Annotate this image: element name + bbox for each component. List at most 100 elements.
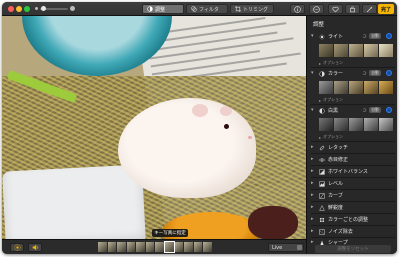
section-bw[interactable]: ▾ 白黒 自動 (311, 106, 395, 115)
filmstrip-frame[interactable] (107, 242, 117, 252)
hamster (118, 98, 256, 198)
tool-noise-reduction[interactable]: ▸ ノイズ除去 (311, 227, 395, 236)
info-button[interactable] (290, 4, 305, 14)
chevron-down-icon[interactable]: ▾ (311, 34, 316, 39)
panel-title: 調整 (313, 22, 325, 28)
zoom-slider-knob[interactable] (41, 6, 46, 11)
adjust-panel: 調整 ▾ ライト 自動 ▸ オプション ▾ カラー 自動 ▸ オプション ▾ 白… (306, 16, 397, 254)
color-auto-button[interactable]: 自動 (369, 70, 381, 76)
chevron-down-icon[interactable]: ▾ (311, 71, 316, 76)
done-button[interactable]: 完了 (378, 4, 394, 14)
sun-icon (319, 33, 325, 40)
noise-icon (319, 228, 325, 235)
crop-icon (235, 6, 241, 12)
info-icon (294, 5, 301, 13)
filmstrip-frame[interactable] (193, 242, 203, 252)
bw-auto-button[interactable]: 自動 (369, 107, 381, 113)
tool-red-eye[interactable]: ▸ 赤目修正 (311, 155, 395, 164)
triangle-icon (319, 204, 325, 211)
filter-icon (191, 6, 197, 12)
filmstrip-frame[interactable] (126, 242, 136, 252)
undo-icon[interactable] (362, 33, 367, 39)
eye-icon (319, 157, 325, 162)
section-light[interactable]: ▾ ライト 自動 (311, 32, 395, 41)
filmstrip-frame[interactable] (184, 242, 193, 252)
favorite-button[interactable] (328, 4, 343, 14)
bottom-bar: Live (2, 239, 306, 254)
undo-icon[interactable] (362, 70, 367, 76)
tool-selective-color[interactable]: ▸ カラーごとの調整 (311, 215, 395, 224)
levels-icon (319, 180, 325, 187)
bw-thumbnails[interactable] (319, 118, 393, 131)
bw-options[interactable]: ▸ オプション (319, 134, 343, 140)
photo-canvas[interactable]: キー写真に指定 (2, 16, 306, 239)
curves-icon (319, 192, 325, 199)
section-color[interactable]: ▾ カラー 自動 (311, 69, 395, 78)
reset-adjustments-button[interactable]: 調整をリセット (315, 245, 391, 253)
filmstrip-frame[interactable] (136, 242, 145, 252)
filmstrip-frame[interactable] (145, 242, 155, 252)
color-toggle[interactable] (386, 70, 392, 76)
tool-retouch[interactable]: ▸ レタッチ (311, 143, 395, 152)
more-icon (313, 5, 320, 13)
auto-enhance-button[interactable] (362, 4, 377, 14)
light-toggle[interactable] (386, 33, 392, 39)
tab-filter-label: フィルタ (199, 6, 219, 13)
bandage-icon (319, 145, 325, 150)
filmstrip-frame[interactable] (155, 242, 165, 252)
tab-adjust-label: 調整 (155, 6, 166, 13)
undo-icon[interactable] (362, 107, 367, 113)
tool-definition[interactable]: ▸ 鮮鋭度 (311, 203, 395, 212)
tab-adjust[interactable]: 調整 (142, 4, 184, 14)
white-hideout (2, 164, 146, 239)
color-circle-icon (319, 70, 325, 77)
live-photo-button[interactable] (10, 243, 24, 252)
rotate-icon (350, 6, 355, 12)
hamster-eye (224, 124, 229, 129)
color-options[interactable]: ▸ オプション (319, 97, 343, 103)
hamster-ear (192, 104, 208, 117)
filmstrip-frame[interactable] (98, 242, 107, 252)
tab-filter[interactable]: フィルタ (186, 4, 228, 14)
magic-wand-icon (366, 6, 373, 12)
color-thumbnails[interactable] (319, 81, 393, 94)
dark-food (248, 206, 298, 239)
more-button[interactable] (309, 4, 324, 14)
light-options[interactable]: ▸ オプション (319, 60, 343, 66)
filmstrip-frame[interactable] (164, 241, 175, 253)
tab-crop[interactable]: トリミング (230, 4, 274, 14)
close-button[interactable] (8, 6, 14, 12)
light-auto-button[interactable]: 自動 (369, 33, 381, 39)
hamster-nose (248, 136, 252, 139)
speaker-icon (32, 244, 38, 251)
bw-circle-icon (319, 107, 325, 114)
bw-toggle[interactable] (386, 107, 392, 113)
filmstrip-frame[interactable] (117, 242, 126, 252)
adjust-icon (147, 6, 153, 12)
tool-white-balance[interactable]: ▸ ホワイトバランス (311, 167, 395, 176)
live-mode-value: Live (272, 244, 283, 251)
chevron-down-icon[interactable]: ▾ (311, 108, 316, 113)
live-mode-select[interactable]: Live (268, 243, 304, 252)
tool-curves[interactable]: ▸ カーブ (311, 191, 395, 200)
color-dots-icon (319, 217, 325, 222)
chevron-updown-icon (297, 245, 302, 250)
rotate-button[interactable] (345, 4, 360, 14)
photos-edit-window: 調整 フィルタ トリミング 完了 キー写真に指定 Live 調整 ▾ ライト 自… (2, 2, 397, 254)
light-thumbnails[interactable] (319, 44, 393, 57)
heart-icon (332, 6, 339, 12)
live-photo-icon (13, 244, 21, 251)
sound-button[interactable] (28, 243, 42, 252)
zoom-button[interactable] (24, 6, 30, 12)
hamster-ear (220, 106, 232, 116)
zoom-in-icon (70, 6, 75, 11)
filmstrip-frame[interactable] (203, 242, 212, 252)
filmstrip-frame[interactable] (174, 242, 184, 252)
toolbar: 調整 フィルタ トリミング 完了 (2, 2, 397, 16)
zoom-out-icon (35, 7, 38, 10)
tab-crop-label: トリミング (243, 6, 269, 13)
live-photo-filmstrip[interactable] (98, 241, 212, 253)
key-photo-tooltip: キー写真に指定 (152, 229, 188, 237)
tool-levels[interactable]: ▸ レベル (311, 179, 395, 188)
minimize-button[interactable] (16, 6, 22, 12)
